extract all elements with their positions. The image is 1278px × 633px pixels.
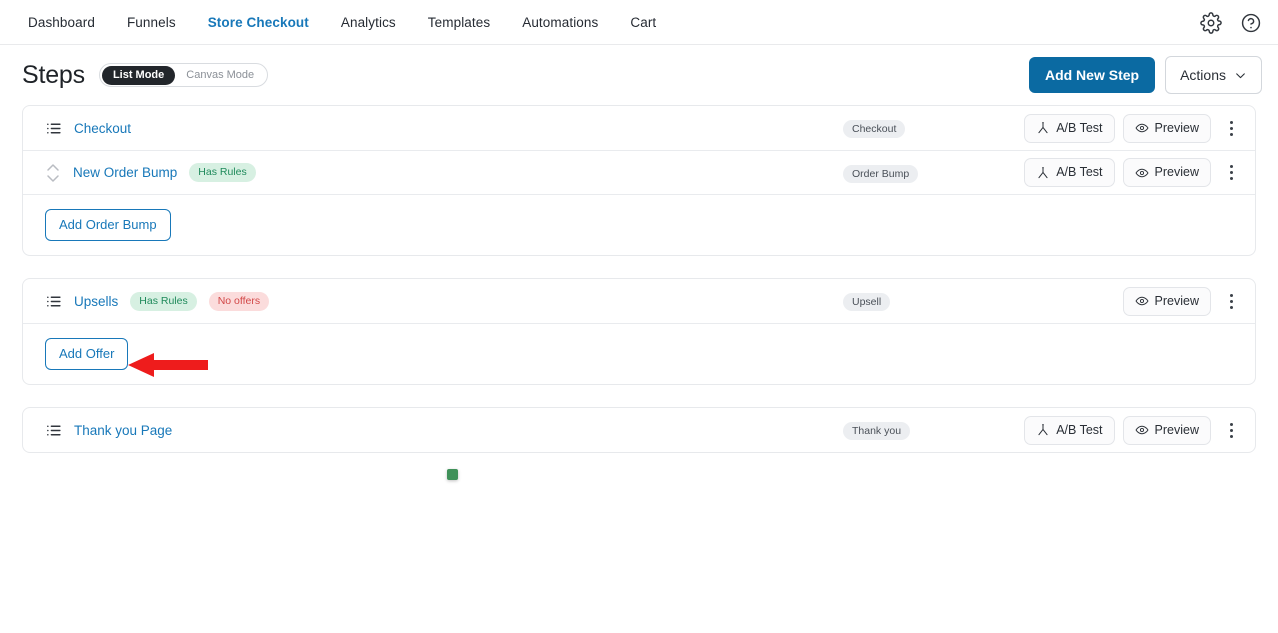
step-row-actions: A/B Test Preview <box>1024 415 1241 445</box>
card-action-row: Add Offer <box>23 323 1255 384</box>
more-options-icon[interactable] <box>1221 289 1241 313</box>
list-mode-button[interactable]: List Mode <box>101 65 176 85</box>
step-row: New Order Bump Has Rules Order Bump A/B Te… <box>23 150 1255 194</box>
nav-item-cart[interactable]: Cart <box>614 9 672 36</box>
split-test-icon <box>1036 166 1050 180</box>
split-test-icon <box>1036 121 1050 135</box>
nav-item-dashboard[interactable]: Dashboard <box>12 9 111 36</box>
add-new-step-button[interactable]: Add New Step <box>1028 57 1156 93</box>
step-row-left: Checkout <box>45 120 131 137</box>
actions-dropdown-button[interactable]: Actions <box>1165 56 1262 94</box>
nav-item-automations[interactable]: Automations <box>506 9 614 36</box>
step-card: Upsells Has Rules No offers Upsell Preview … <box>22 278 1256 385</box>
ab-test-label: A/B Test <box>1056 422 1103 437</box>
step-row: Upsells Has Rules No offers Upsell Preview <box>23 279 1255 323</box>
eye-icon <box>1135 423 1149 437</box>
nav-item-funnels[interactable]: Funnels <box>111 9 192 36</box>
nav-item-templates[interactable]: Templates <box>412 9 506 36</box>
step-row: Checkout Checkout A/B Test Preview <box>23 106 1255 150</box>
status-badge: Has Rules <box>130 291 197 311</box>
chevron-down-icon <box>1236 72 1245 78</box>
view-mode-toggle[interactable]: List Mode Canvas Mode <box>98 63 269 87</box>
ab-test-button[interactable]: A/B Test <box>1024 113 1115 143</box>
more-options-icon[interactable] <box>1221 418 1241 442</box>
nav-item-analytics[interactable]: Analytics <box>325 9 412 36</box>
step-title-link[interactable]: New Order Bump <box>73 165 177 180</box>
split-test-icon <box>1036 423 1050 437</box>
ab-test-label: A/B Test <box>1056 120 1103 135</box>
ab-test-label: A/B Test <box>1056 165 1103 179</box>
ab-test-button[interactable]: A/B Test <box>1024 415 1115 445</box>
step-title-link[interactable]: Thank you Page <box>74 423 172 438</box>
step-row: Thank you Page Thank you A/B Test Previe… <box>23 408 1255 452</box>
page-header: Steps List Mode Canvas Mode Add New Step… <box>0 45 1278 105</box>
nav-items: Dashboard Funnels Store Checkout Analytics T… <box>0 9 672 36</box>
steps-list: Checkout Checkout A/B Test Preview New O… <box>0 105 1278 453</box>
canvas-mode-button[interactable]: Canvas Mode <box>175 66 265 85</box>
card-action-row: Add Order Bump <box>23 194 1255 255</box>
status-badge: No offers <box>208 291 270 311</box>
actions-label: Actions <box>1180 67 1226 83</box>
status-badge: Has Rules <box>189 163 256 182</box>
step-type-cell: Upsell <box>843 292 891 311</box>
eye-icon <box>1135 121 1149 135</box>
step-row-actions: A/B Test Preview <box>1024 158 1241 187</box>
step-type-cell: Order Bump <box>843 164 919 183</box>
add-item-button[interactable]: Add Order Bump <box>45 209 171 241</box>
more-options-icon[interactable] <box>1221 116 1241 140</box>
list-icon <box>45 293 62 310</box>
step-type-badge: Thank you <box>843 422 911 440</box>
preview-button[interactable]: Preview <box>1122 415 1211 445</box>
header-actions: Add New Step Actions <box>1028 56 1262 94</box>
eye-icon <box>1135 166 1149 180</box>
step-card: Checkout Checkout A/B Test Preview New O… <box>22 105 1256 256</box>
preview-label: Preview <box>1154 120 1199 135</box>
step-row-left: Thank you Page <box>45 422 172 439</box>
preview-button[interactable]: Preview <box>1122 286 1211 316</box>
preview-label: Preview <box>1154 293 1199 308</box>
step-type-cell: Checkout <box>843 119 906 138</box>
sort-handle-icon[interactable] <box>45 162 61 184</box>
step-title-link[interactable]: Upsells <box>74 294 118 309</box>
page-title: Steps <box>22 60 85 89</box>
step-type-cell: Thank you <box>843 421 911 440</box>
preview-label: Preview <box>1154 165 1199 179</box>
step-row-actions: A/B Test Preview <box>1024 113 1241 143</box>
page-root: Dashboard Funnels Store Checkout Analytics T… <box>0 0 1278 480</box>
step-row-left: Upsells Has Rules No offers <box>45 291 270 311</box>
step-row-actions: Preview <box>1122 286 1241 316</box>
gear-icon[interactable] <box>1200 11 1222 34</box>
ab-test-button[interactable]: A/B Test <box>1024 158 1115 187</box>
help-circle-icon[interactable] <box>1240 12 1262 34</box>
top-navigation-bar: Dashboard Funnels Store Checkout Analytics T… <box>0 0 1278 45</box>
step-title-link[interactable]: Checkout <box>74 121 131 136</box>
cursor-marker <box>447 469 458 480</box>
list-icon <box>45 120 62 137</box>
step-card: Thank you Page Thank you A/B Test Previe… <box>22 407 1256 453</box>
add-item-button[interactable]: Add Offer <box>45 338 129 370</box>
preview-button[interactable]: Preview <box>1122 113 1211 143</box>
nav-item-store-checkout[interactable]: Store Checkout <box>192 9 325 36</box>
list-icon <box>45 422 62 439</box>
step-type-badge: Upsell <box>843 293 891 311</box>
eye-icon <box>1135 294 1149 308</box>
step-type-badge: Order Bump <box>843 164 919 183</box>
more-options-icon[interactable] <box>1221 161 1241 185</box>
step-type-badge: Checkout <box>843 120 906 138</box>
preview-label: Preview <box>1154 422 1199 437</box>
preview-button[interactable]: Preview <box>1122 158 1211 187</box>
nav-right-icons <box>1200 0 1262 45</box>
step-row-left: New Order Bump Has Rules <box>45 162 256 184</box>
